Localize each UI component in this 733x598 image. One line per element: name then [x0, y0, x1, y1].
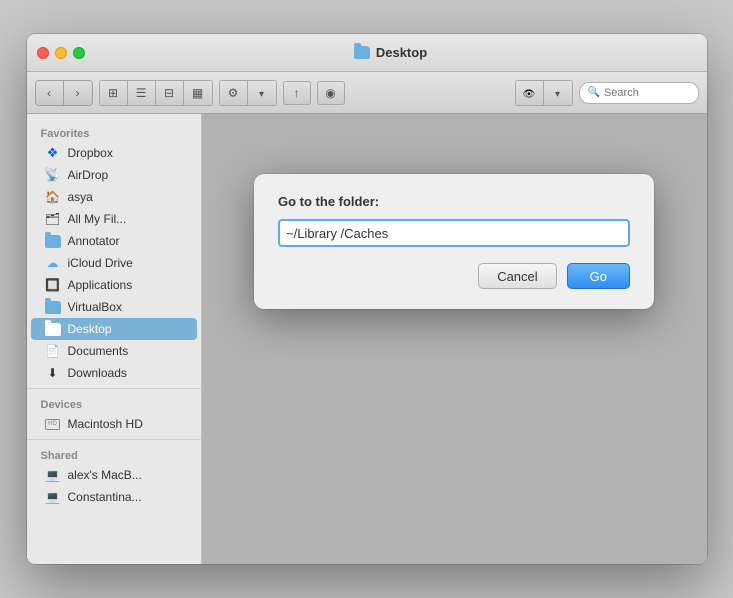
cancel-button[interactable]: Cancel — [478, 263, 556, 289]
sidebar-label-airdrop: AirDrop — [68, 168, 109, 182]
sidebar-label-desktop: Desktop — [68, 322, 112, 336]
forward-button[interactable]: › — [64, 81, 92, 105]
sidebar-label-dropbox: Dropbox — [68, 146, 113, 160]
sidebar-item-icloud[interactable]: ☁ iCloud Drive — [31, 252, 197, 274]
goto-folder-modal: Go to the folder: ~/Library /Caches Canc… — [254, 174, 654, 309]
hd-icon: HD — [45, 416, 61, 432]
window-title: Desktop — [376, 45, 427, 60]
icloud-icon: ☁ — [45, 255, 61, 271]
grid-icon — [108, 85, 118, 100]
sidebar-item-airdrop[interactable]: 📡 AirDrop — [31, 164, 197, 186]
title-bar-center: Desktop — [85, 45, 697, 60]
sidebar-label-all-my-files: All My Fil... — [68, 212, 127, 226]
chevron-down-icon — [259, 85, 264, 100]
list-view-button[interactable] — [128, 81, 156, 105]
documents-icon: 📄 — [45, 343, 61, 359]
sidebar-item-applications[interactable]: 🔲 Applications — [31, 274, 197, 296]
sidebar-item-dropbox[interactable]: ❖ Dropbox — [31, 142, 197, 164]
list-icon — [136, 85, 147, 100]
eye-icon — [523, 85, 536, 100]
applications-icon: 🔲 — [45, 277, 61, 293]
downloads-icon: ⬇ — [45, 365, 61, 381]
virtualbox-icon — [45, 299, 61, 315]
sidebar-label-applications: Applications — [68, 278, 133, 292]
favorites-label: Favorites — [27, 122, 201, 142]
file-area: Go to the folder: ~/Library /Caches Canc… — [202, 114, 707, 564]
sidebar-label-constantina: Constantina... — [68, 490, 142, 504]
devices-label: Devices — [27, 393, 201, 413]
nav-buttons: ‹ › — [35, 80, 93, 106]
arrange-dropdown-button[interactable] — [248, 81, 276, 105]
tag-icon — [325, 85, 335, 100]
sidebar-label-downloads: Downloads — [68, 366, 127, 380]
sidebar-divider-1 — [27, 388, 201, 389]
shared-label: Shared — [27, 444, 201, 464]
desktop-icon — [45, 321, 61, 337]
sidebar-item-all-my-files[interactable]: 🗂 All My Fil... — [31, 208, 197, 230]
traffic-lights — [37, 47, 85, 59]
eye-button[interactable] — [516, 81, 544, 105]
maximize-button[interactable] — [73, 47, 85, 59]
sidebar-item-constantina[interactable]: 💻 Constantina... — [31, 486, 197, 508]
eye-dropdown-button[interactable] — [544, 81, 572, 105]
view-buttons — [99, 80, 213, 106]
finder-window: Desktop ‹ › — [27, 34, 707, 564]
columns-icon — [164, 85, 174, 100]
sidebar-label-macintosh-hd: Macintosh HD — [68, 417, 143, 431]
back-button[interactable]: ‹ — [36, 81, 64, 105]
sidebar-item-virtualbox[interactable]: VirtualBox — [31, 296, 197, 318]
sidebar-label-annotator: Annotator — [68, 234, 120, 248]
sidebar-item-downloads[interactable]: ⬇ Downloads — [31, 362, 197, 384]
search-icon: 🔍 — [588, 87, 600, 98]
minimize-button[interactable] — [55, 47, 67, 59]
airdrop-icon: 📡 — [45, 167, 61, 183]
column-view-button[interactable] — [156, 81, 184, 105]
sidebar-item-desktop[interactable]: Desktop — [31, 318, 197, 340]
tag-button[interactable] — [317, 81, 345, 105]
stack-icon: 🗂 — [45, 211, 61, 227]
modal-buttons: Cancel Go — [278, 263, 630, 289]
arrange-button[interactable] — [220, 81, 248, 105]
folder-path-input[interactable]: ~/Library /Caches — [278, 219, 630, 247]
share-button[interactable] — [283, 81, 311, 105]
sidebar-item-documents[interactable]: 📄 Documents — [31, 340, 197, 362]
sidebar-label-asya: asya — [68, 190, 93, 204]
sidebar-label-alexs-macbook: alex's MacB... — [68, 468, 142, 482]
eye-chevron-icon — [555, 85, 560, 100]
sidebar-label-icloud: iCloud Drive — [68, 256, 133, 270]
search-bar[interactable]: 🔍 — [579, 82, 699, 104]
title-folder-icon — [354, 46, 370, 59]
toolbar: ‹ › — [27, 72, 707, 114]
sidebar: Favorites ❖ Dropbox 📡 AirDrop 🏠 asya — [27, 114, 202, 564]
dropbox-icon: ❖ — [45, 145, 61, 161]
sidebar-item-asya[interactable]: 🏠 asya — [31, 186, 197, 208]
close-button[interactable] — [37, 47, 49, 59]
modal-title: Go to the folder: — [278, 194, 630, 209]
constantina-icon: 💻 — [45, 489, 61, 505]
annotator-folder-icon — [45, 233, 61, 249]
main-content: Favorites ❖ Dropbox 📡 AirDrop 🏠 asya — [27, 114, 707, 564]
eye-buttons — [515, 80, 573, 106]
coverflow-icon — [192, 85, 203, 100]
modal-overlay: Go to the folder: ~/Library /Caches Canc… — [202, 114, 707, 564]
cover-flow-button[interactable] — [184, 81, 212, 105]
share-icon — [294, 85, 300, 100]
sidebar-item-alexs-macbook[interactable]: 💻 alex's MacB... — [31, 464, 197, 486]
icon-view-button[interactable] — [100, 81, 128, 105]
search-input[interactable] — [604, 87, 690, 99]
macbook-icon: 💻 — [45, 467, 61, 483]
sidebar-item-annotator[interactable]: Annotator — [31, 230, 197, 252]
title-bar: Desktop — [27, 34, 707, 72]
home-icon: 🏠 — [45, 189, 61, 205]
go-button[interactable]: Go — [567, 263, 630, 289]
sidebar-divider-2 — [27, 439, 201, 440]
sidebar-label-virtualbox: VirtualBox — [68, 300, 122, 314]
arrange-icon — [228, 85, 239, 100]
sidebar-label-documents: Documents — [68, 344, 129, 358]
arrange-buttons — [219, 80, 277, 106]
sidebar-item-macintosh-hd[interactable]: HD Macintosh HD — [31, 413, 197, 435]
